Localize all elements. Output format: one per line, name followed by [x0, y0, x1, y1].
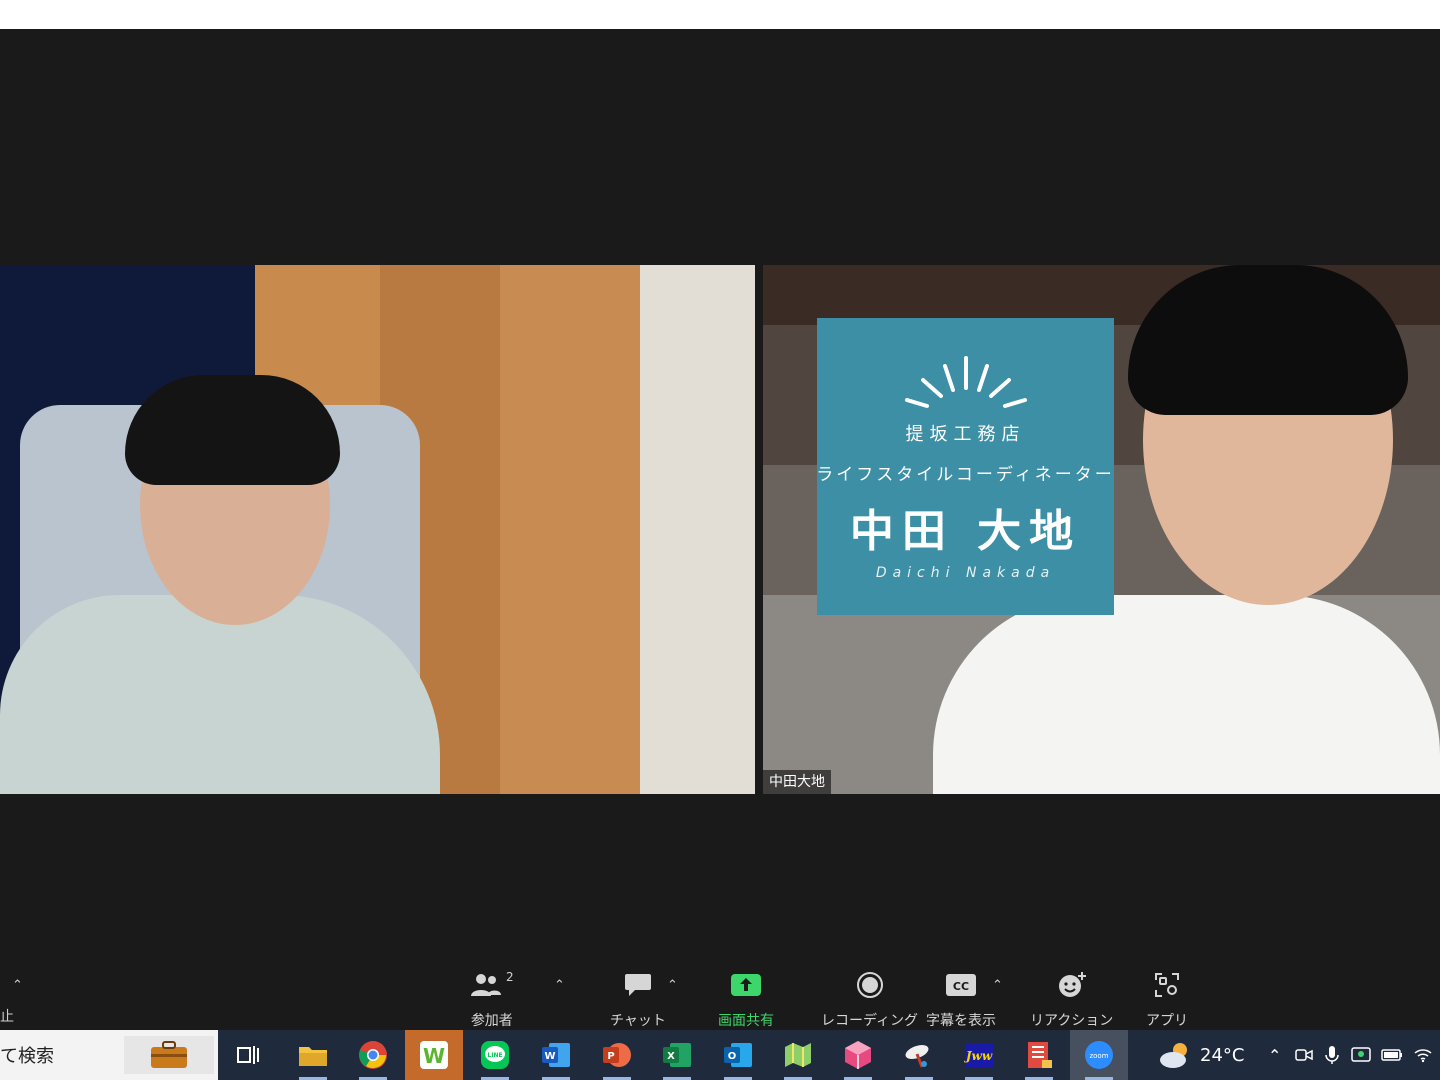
stop-video-label-partial[interactable]: 止: [0, 1006, 14, 1026]
microphone-icon[interactable]: [1325, 1045, 1340, 1065]
participants-label: 参加者: [470, 1013, 513, 1029]
participant-body: [0, 595, 440, 794]
participant-hair: [1128, 265, 1408, 415]
camera-icon[interactable]: [1295, 1047, 1314, 1063]
wifi-icon[interactable]: [1413, 1047, 1433, 1063]
word-icon[interactable]: W: [527, 1030, 585, 1080]
svg-text:O: O: [728, 1051, 737, 1062]
svg-text:W: W: [423, 1044, 445, 1068]
zoom-icon[interactable]: zoom: [1070, 1030, 1128, 1080]
person-name-romaji: Daichi Nakada: [875, 565, 1056, 581]
chat-label: チャット: [610, 1013, 666, 1029]
reaction-icon: [1058, 972, 1086, 997]
battery-icon[interactable]: [1381, 1049, 1403, 1061]
participants-button[interactable]: 2 参加者: [470, 970, 514, 1030]
svg-text:Jww: Jww: [964, 1049, 993, 1063]
line-icon[interactable]: LINE: [466, 1030, 524, 1080]
apps-icon: [1155, 973, 1179, 997]
reactions-label: リアクション: [1030, 1013, 1114, 1029]
record-button[interactable]: レコーディング: [821, 970, 918, 1030]
chevron-up-icon[interactable]: ⌃: [992, 978, 1003, 993]
screen: 提坂工務店 ライフスタイルコーディネーター 中田 大地 Daichi Nakad…: [0, 0, 1440, 1080]
video-tile-right[interactable]: 提坂工務店 ライフスタイルコーディネーター 中田 大地 Daichi Nakad…: [763, 265, 1440, 794]
apps-label: アプリ: [1146, 1013, 1188, 1029]
chrome-icon[interactable]: [344, 1030, 402, 1080]
svg-text:zoom: zoom: [1089, 1052, 1108, 1060]
w-app-icon[interactable]: W: [405, 1030, 463, 1080]
person-name: 中田 大地: [849, 506, 1082, 557]
share-screen-label: 画面共有: [718, 1013, 774, 1029]
share-arrow-icon: [731, 974, 761, 996]
cc-icon: CC: [946, 974, 976, 996]
task-view-icon[interactable]: [220, 1030, 278, 1080]
participant-body: [933, 595, 1440, 794]
apps-button[interactable]: アプリ: [1146, 970, 1188, 1030]
cube-app-icon[interactable]: [829, 1030, 887, 1080]
chevron-up-icon[interactable]: ⌃: [12, 978, 23, 993]
document-app-icon[interactable]: [1010, 1030, 1068, 1080]
window-top-bar: [0, 0, 1440, 29]
people-icon: [471, 974, 501, 996]
svg-text:CC: CC: [953, 980, 969, 993]
taskbar-search-box[interactable]: て検索: [0, 1030, 218, 1080]
system-tray: ⌃: [1268, 1030, 1433, 1080]
briefcase-icon[interactable]: [124, 1036, 214, 1074]
chat-bubble-icon: [624, 974, 651, 996]
powerpoint-icon[interactable]: P: [588, 1030, 646, 1080]
windows-taskbar: て検索 W LINE W P X O Jww zoom 24°C ⌃: [0, 1030, 1440, 1080]
record-icon: [856, 972, 883, 998]
weather-temperature: 24°C: [1200, 1044, 1245, 1066]
meeting-toolbar: ⌃ 止 2 参加者 ⌃ チャット ⌃ 画面共有 レコーディング CC 字幕を表示…: [0, 966, 1440, 1030]
weather-widget[interactable]: 24°C: [1158, 1030, 1244, 1080]
video-tile-left[interactable]: [0, 265, 755, 794]
jww-icon[interactable]: Jww: [950, 1030, 1008, 1080]
share-screen-button[interactable]: 画面共有: [718, 970, 774, 1030]
svg-text:P: P: [607, 1051, 614, 1062]
svg-text:X: X: [667, 1051, 675, 1062]
svg-text:LINE: LINE: [487, 1052, 502, 1059]
chevron-up-icon[interactable]: ⌃: [667, 978, 678, 993]
company-name: 提坂工務店: [905, 424, 1026, 445]
map-app-icon[interactable]: [769, 1030, 827, 1080]
participant-hair: [125, 375, 340, 485]
chevron-up-icon[interactable]: ⌃: [1268, 1046, 1281, 1065]
captions-button[interactable]: CC 字幕を表示: [926, 970, 996, 1030]
record-label: レコーディング: [821, 1013, 919, 1029]
file-explorer-icon[interactable]: [284, 1030, 342, 1080]
curtain: [640, 265, 755, 794]
weather-icon: [1160, 1043, 1187, 1068]
participant-name-label: 中田大地: [763, 770, 831, 794]
screen-share-tray-icon[interactable]: [1351, 1046, 1372, 1064]
job-title: ライフスタイルコーディネーター: [816, 465, 1115, 485]
svg-text:W: W: [544, 1051, 555, 1062]
satellite-app-icon[interactable]: [890, 1030, 948, 1080]
sun-rays-icon: [904, 356, 1027, 408]
chat-button[interactable]: チャット: [610, 970, 666, 1030]
reactions-button[interactable]: リアクション: [1030, 970, 1113, 1030]
chevron-up-icon[interactable]: ⌃: [554, 978, 565, 993]
virtual-background-name-card: 提坂工務店 ライフスタイルコーディネーター 中田 大地 Daichi Nakad…: [816, 318, 1115, 615]
participants-count: 2: [506, 970, 514, 984]
outlook-icon[interactable]: O: [709, 1030, 767, 1080]
excel-icon[interactable]: X: [648, 1030, 706, 1080]
search-placeholder: て検索: [0, 1046, 54, 1067]
captions-label: 字幕を表示: [926, 1013, 996, 1029]
